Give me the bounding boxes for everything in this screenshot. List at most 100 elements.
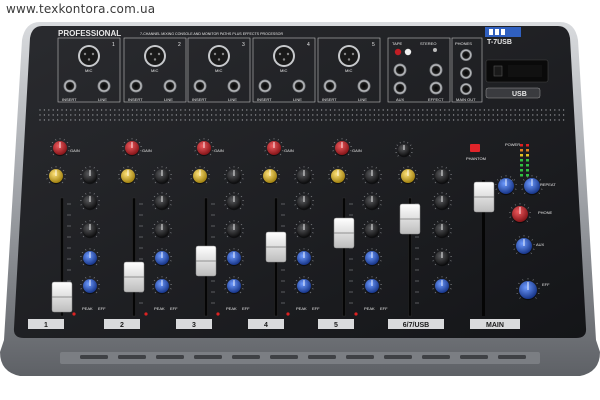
dot [294, 109, 296, 111]
fader-cap[interactable] [265, 231, 287, 263]
dot [378, 109, 380, 111]
fader-cap[interactable] [123, 261, 145, 293]
dot [325, 114, 327, 116]
dot [259, 119, 261, 121]
insert-jack[interactable] [63, 79, 77, 93]
dot [210, 114, 213, 116]
dot [175, 109, 178, 111]
phantom-button[interactable] [470, 144, 480, 152]
dot [382, 119, 384, 121]
usb-port[interactable] [493, 65, 503, 77]
brand-label: PROFESSIONAL [58, 29, 121, 38]
tape-rca-red[interactable] [394, 48, 402, 56]
fader-cap[interactable] [195, 245, 217, 277]
stereo-switch[interactable] [433, 48, 437, 52]
dot [219, 109, 222, 111]
dot [149, 114, 151, 116]
vent-slot [270, 355, 298, 359]
xlr-input[interactable] [78, 45, 100, 67]
dot [224, 109, 226, 111]
dot [118, 109, 120, 111]
dot [549, 114, 552, 116]
dot [162, 114, 164, 116]
line-label: LINE [164, 97, 173, 102]
main-out-jack-1[interactable] [460, 67, 472, 79]
insert-jack[interactable] [323, 79, 337, 93]
dot [426, 114, 428, 116]
dot [131, 114, 134, 116]
eff-label: EFF [380, 306, 388, 311]
xlr-input[interactable] [338, 45, 360, 67]
insert-jack[interactable] [258, 79, 272, 93]
dot [105, 114, 107, 116]
meter-led [526, 159, 529, 162]
fader-cap[interactable] [51, 281, 73, 313]
dot [395, 109, 398, 111]
dot [87, 119, 90, 121]
xlr-input[interactable] [208, 45, 230, 67]
dot [184, 109, 186, 111]
phones-jack[interactable] [460, 49, 472, 61]
dot [435, 119, 437, 121]
tape-jack-2[interactable] [429, 63, 443, 77]
dot [78, 119, 81, 121]
dot [232, 109, 235, 111]
dot [382, 109, 384, 111]
dot [470, 114, 472, 116]
main-fader-cap[interactable] [473, 181, 495, 213]
aux-out-jack[interactable] [393, 81, 407, 95]
insert-jack[interactable] [193, 79, 207, 93]
dot [514, 114, 516, 116]
eff-label: EFF [170, 306, 178, 311]
dot [210, 109, 213, 111]
vent-slot [194, 355, 222, 359]
peak-label: PEAK [82, 306, 93, 311]
dot [404, 119, 406, 121]
dot [320, 119, 323, 121]
dot [268, 109, 270, 111]
line-jack[interactable] [227, 79, 241, 93]
strip-label-usb: 6/7/USB [403, 322, 429, 329]
dot [452, 119, 455, 121]
tape-jack-1[interactable] [393, 63, 407, 77]
dot [224, 114, 226, 116]
main-out-jack-2[interactable] [460, 83, 472, 95]
peak-led [286, 312, 290, 316]
meter-led [526, 164, 529, 167]
vent-slot [346, 355, 374, 359]
dot [501, 109, 503, 111]
dot [558, 119, 560, 121]
dot [268, 119, 270, 121]
dot [180, 109, 182, 111]
insert-jack[interactable] [129, 79, 143, 93]
effect-out-jack[interactable] [429, 81, 443, 95]
meter-led [526, 144, 529, 147]
line-jack[interactable] [292, 79, 306, 93]
tape-rca-white[interactable] [404, 48, 412, 56]
dot [360, 119, 362, 121]
dot [545, 109, 547, 111]
meter-led [526, 169, 529, 172]
dot [215, 114, 217, 116]
dot [391, 119, 393, 121]
dot [369, 119, 371, 121]
dot [281, 119, 283, 121]
dot [263, 109, 266, 111]
dot [351, 119, 354, 121]
fader-cap[interactable] [399, 203, 421, 235]
line-jack[interactable] [97, 79, 111, 93]
dot [131, 119, 134, 121]
strip-label-5: 5 [334, 322, 338, 329]
dot [92, 114, 94, 116]
line-jack[interactable] [163, 79, 177, 93]
dot [281, 109, 283, 111]
xlr-input[interactable] [144, 45, 166, 67]
dot [549, 109, 552, 111]
dot [413, 109, 415, 111]
line-jack[interactable] [357, 79, 371, 93]
xlr-input[interactable] [273, 45, 295, 67]
dot [228, 114, 230, 116]
dot [369, 114, 371, 116]
fader-cap[interactable] [333, 217, 355, 249]
meter-led [520, 159, 523, 162]
